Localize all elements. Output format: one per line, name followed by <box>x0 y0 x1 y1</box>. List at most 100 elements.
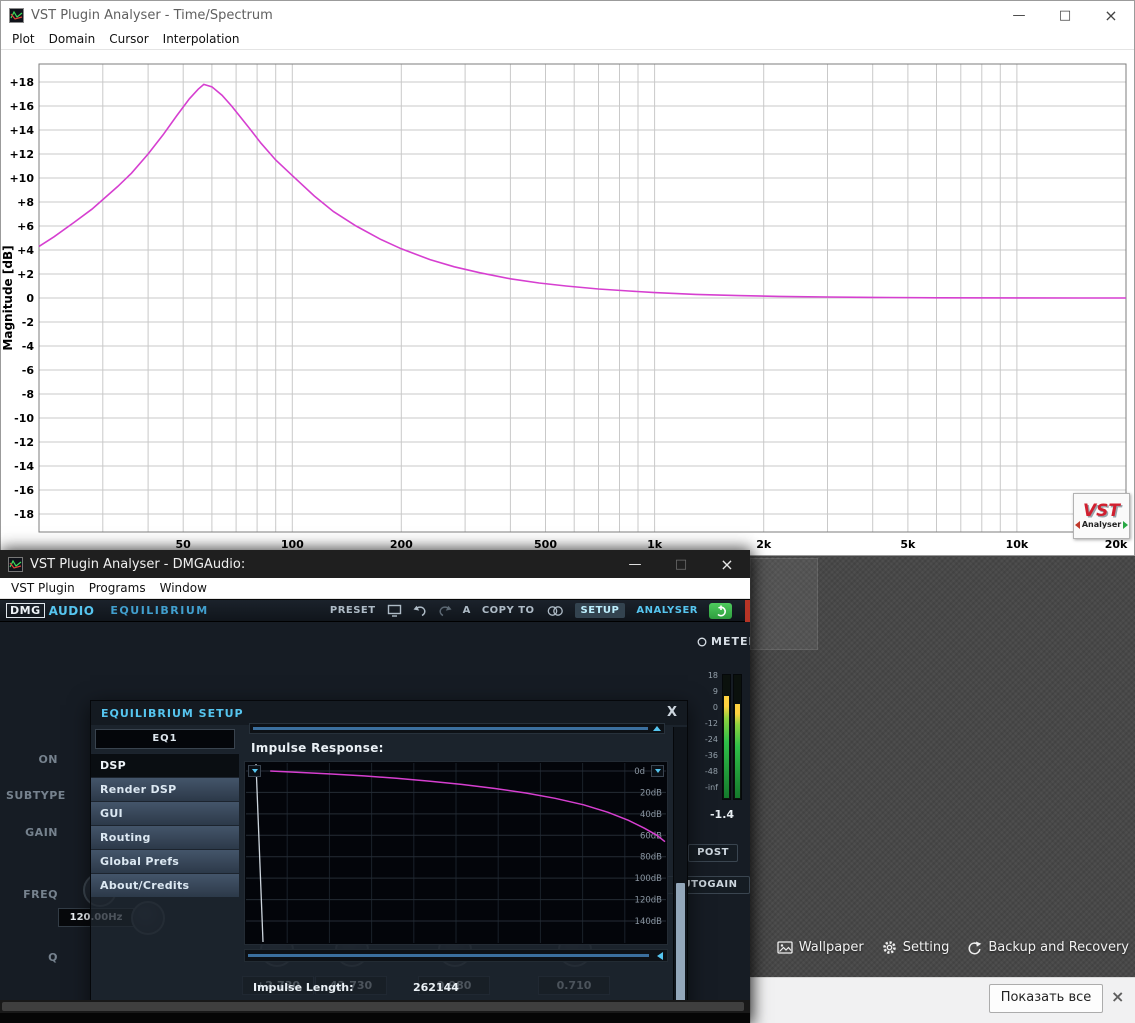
dialog-titlebar: EQUILIBRIUM SETUP <box>91 701 687 725</box>
ab-compare-icon[interactable] <box>546 605 564 617</box>
menu-domain[interactable]: Domain <box>42 29 103 49</box>
impulse-db-label: 100dB <box>635 874 663 884</box>
x-tick: 5k <box>900 538 916 551</box>
magnitude-plot[interactable]: +18+16+14+12+10+8+6+4+20-2-4-6-8-10-12-1… <box>1 49 1134 555</box>
y-tick: -16 <box>14 484 34 497</box>
setup-tab-gui[interactable]: GUI <box>91 801 239 825</box>
desktop-quick-menu: Wallpaper Setting Backup and Recovery <box>777 940 1129 955</box>
desktop-menu-backup-and-recovery[interactable]: Backup and Recovery <box>967 940 1129 955</box>
impulse-db-label: 80dB <box>640 853 662 863</box>
menu-window[interactable]: Window <box>153 578 214 598</box>
setup-tab-dsp[interactable]: DSP <box>91 753 239 777</box>
meter-bar-left <box>722 674 731 800</box>
impulse-db-label: 0d <box>634 767 645 777</box>
analyser-menubar: PlotDomainCursorInterpolation <box>1 29 1134 50</box>
setup-tab-routing[interactable]: Routing <box>91 825 239 849</box>
preset-button[interactable]: PRESET <box>330 605 376 616</box>
redo-icon[interactable] <box>438 605 452 617</box>
dialog-title: EQUILIBRIUM SETUP <box>101 707 244 720</box>
band-label-subtype: SUBTYPE <box>6 789 58 802</box>
undo-icon[interactable] <box>413 605 427 617</box>
logo-vst-text: VST <box>1083 503 1120 520</box>
impulse-scrollbar[interactable] <box>244 949 668 962</box>
window-horizontal-scrollbar[interactable] <box>0 1000 750 1013</box>
y-tick: 0 <box>26 292 34 305</box>
dialog-top-scrollbar[interactable] <box>249 723 665 734</box>
dialog-vertical-scrollbar[interactable] <box>673 727 687 1000</box>
power-button[interactable] <box>709 603 732 619</box>
menu-vst-plugin[interactable]: VST Plugin <box>4 578 82 598</box>
minimize-button[interactable]: — <box>996 1 1042 29</box>
desktop-menu-wallpaper[interactable]: Wallpaper <box>777 940 864 955</box>
desktop-menu-setting[interactable]: Setting <box>882 940 950 955</box>
meter-scale-label: 9 <box>688 684 718 700</box>
y-tick: +6 <box>17 220 34 233</box>
desktop-menu-label: Wallpaper <box>799 940 864 955</box>
meter-scale-label: -inf <box>688 780 718 796</box>
dialog-close-button[interactable]: X <box>663 705 681 721</box>
band-label-gain: GAIN <box>6 826 58 839</box>
setting-label-impulse-length: Impulse Length: <box>253 981 408 994</box>
window-title: VST Plugin Analyser - Time/Spectrum <box>31 8 273 23</box>
product-name: EQUILIBRIUM <box>110 604 208 617</box>
plugin-window: VST Plugin Analyser - DMGAudio: — □ × VS… <box>0 550 750 1023</box>
scrollbar-thumb[interactable] <box>2 1002 744 1011</box>
y-tick: -12 <box>14 436 34 449</box>
scroll-up-icon[interactable] <box>653 726 661 731</box>
maximize-button[interactable]: □ <box>1042 1 1088 29</box>
y-tick: +16 <box>9 100 34 113</box>
window-title: VST Plugin Analyser - DMGAudio: <box>30 557 245 572</box>
range-dropdown-left[interactable] <box>248 765 261 777</box>
impulse-attack-line <box>256 764 263 942</box>
y-tick: +4 <box>17 244 34 257</box>
minimize-button[interactable]: — <box>612 550 658 578</box>
notification-close-icon[interactable]: × <box>1111 987 1124 1006</box>
desktop-icon-highlight <box>750 558 818 650</box>
post-button[interactable]: POST <box>688 844 738 862</box>
logo-analyser-text: Analyser <box>1082 520 1121 529</box>
menu-interpolation[interactable]: Interpolation <box>156 29 247 49</box>
monitor-icon[interactable] <box>387 604 402 617</box>
menu-programs[interactable]: Programs <box>82 578 153 598</box>
meter-bar-right <box>733 674 742 800</box>
meter-scale-label: 18 <box>688 668 718 684</box>
menu-plot[interactable]: Plot <box>5 29 42 49</box>
y-tick: -8 <box>22 388 34 401</box>
x-tick: 2k <box>756 538 772 551</box>
setup-button[interactable]: SETUP <box>575 603 626 618</box>
y-tick: +14 <box>9 124 34 137</box>
range-dropdown-right[interactable] <box>651 765 664 777</box>
analyser-button[interactable]: ANALYSER <box>636 605 698 616</box>
notification-bar: Показать все × <box>750 977 1135 1023</box>
logo-left-arrow-icon <box>1075 521 1080 529</box>
y-tick: -4 <box>22 340 35 353</box>
close-button[interactable]: × <box>1088 1 1134 29</box>
y-tick: +10 <box>9 172 34 185</box>
meter-scale-label: -48 <box>688 764 718 780</box>
y-tick: +18 <box>9 76 34 89</box>
plugin-menubar: VST PluginProgramsWindow <box>0 578 750 599</box>
setup-tab-global-prefs[interactable]: Global Prefs <box>91 849 239 873</box>
copy-to-button[interactable]: COPY TO <box>482 605 535 616</box>
maximize-button[interactable]: □ <box>658 550 704 578</box>
analyser-titlebar: VST Plugin Analyser - Time/Spectrum — □ … <box>1 1 1134 29</box>
show-all-button[interactable]: Показать все <box>989 984 1103 1013</box>
setup-tab-about-credits[interactable]: About/Credits <box>91 873 239 897</box>
setup-tab-render-dsp[interactable]: Render DSP <box>91 777 239 801</box>
impulse-db-label: 140dB <box>635 917 663 927</box>
ab-slot-button[interactable]: A <box>463 605 471 616</box>
plugin-titlebar: VST Plugin Analyser - DMGAudio: — □ × <box>0 550 750 578</box>
eq-name-field[interactable]: EQ1 <box>95 729 235 749</box>
scroll-left-icon[interactable] <box>657 952 663 960</box>
band-label-on: ON <box>6 753 58 766</box>
close-button[interactable]: × <box>704 550 750 578</box>
desktop: Wallpaper Setting Backup and Recovery Пока… <box>0 0 1135 1023</box>
impulse-db-label: 40dB <box>640 810 662 820</box>
desktop-menu-label: Backup and Recovery <box>988 940 1129 955</box>
meter-icon <box>697 637 707 647</box>
y-tick: -14 <box>14 460 34 473</box>
scrollbar-thumb[interactable] <box>676 883 685 1000</box>
menu-cursor[interactable]: Cursor <box>102 29 155 49</box>
desktop-menu-label: Setting <box>903 940 950 955</box>
y-tick: -10 <box>14 412 34 425</box>
